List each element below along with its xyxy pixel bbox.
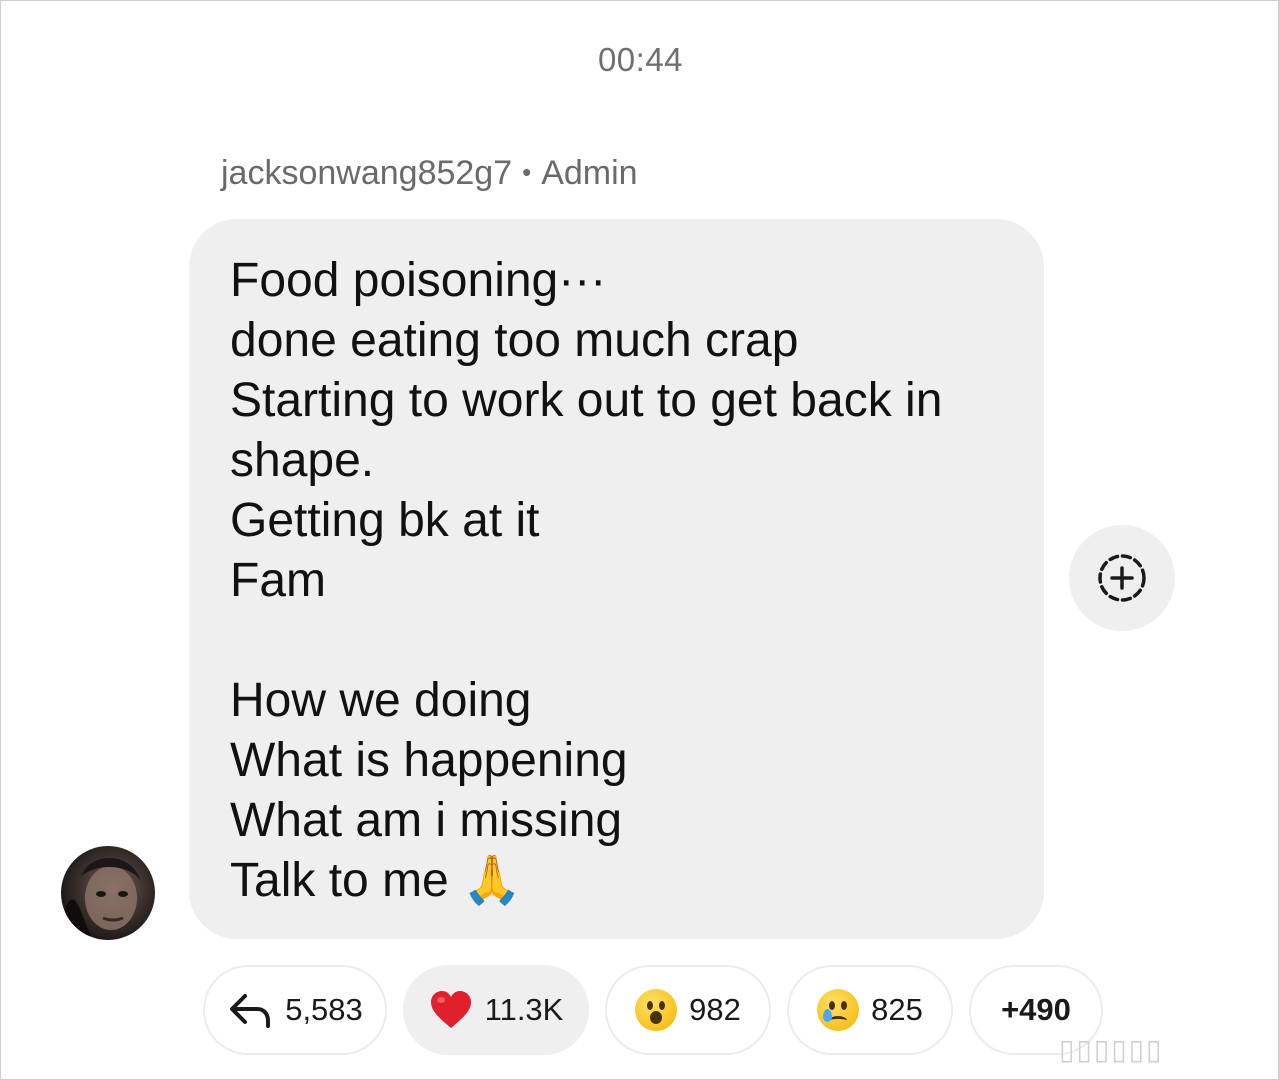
message-line: shape. — [230, 434, 375, 487]
message-timestamp: 00:44 — [597, 41, 684, 78]
reply-arrow-icon — [230, 994, 271, 1028]
sender-role: Admin — [541, 154, 638, 192]
surprised-reaction-button[interactable]: 982 — [605, 965, 771, 1055]
message-line: done eating too much crap — [230, 314, 799, 367]
crying-count: 825 — [871, 992, 923, 1027]
crying-reaction-button[interactable]: 825 — [787, 965, 953, 1055]
surprised-count: 982 — [689, 992, 741, 1027]
chat-screen: 00:44 jacksonwang852g7 • Admin Food poison… — [0, 0, 1279, 1080]
watermark-logo: ▯▯▯▯▯▯ — [1059, 1034, 1164, 1065]
separator-dot: • — [522, 157, 532, 187]
more-reactions-count: +490 — [1001, 992, 1071, 1027]
add-reaction-button[interactable] — [1069, 525, 1175, 631]
avatar[interactable] — [61, 846, 155, 940]
crying-face-emoji — [817, 989, 860, 1031]
message-line: Talk to me 🙏 — [230, 854, 522, 907]
message-line: How we doing — [230, 674, 532, 727]
message-line: Food poisoning··· — [230, 254, 607, 307]
heart-count: 11.3K — [484, 992, 564, 1027]
reply-count: 5,583 — [285, 992, 363, 1027]
message-line: Starting to work out to get back in — [230, 374, 943, 427]
surprised-face-emoji — [635, 989, 678, 1031]
add-reaction-icon — [1098, 554, 1146, 602]
message-line: What am i missing — [230, 794, 623, 847]
heart-reaction-button[interactable]: 11.3K — [403, 965, 589, 1055]
message-line: Fam — [230, 554, 326, 607]
reply-count-button[interactable]: 5,583 — [203, 965, 387, 1055]
sender-line: jacksonwang852g7 • Admin — [221, 154, 638, 193]
red-heart-emoji — [430, 991, 471, 1028]
message-bubble[interactable]: Food poisoning··· done eating too much c… — [189, 219, 1044, 939]
sender-username[interactable]: jacksonwang852g7 — [221, 154, 512, 192]
message-line: Getting bk at it — [230, 494, 540, 547]
message-line: What is happening — [230, 734, 628, 787]
